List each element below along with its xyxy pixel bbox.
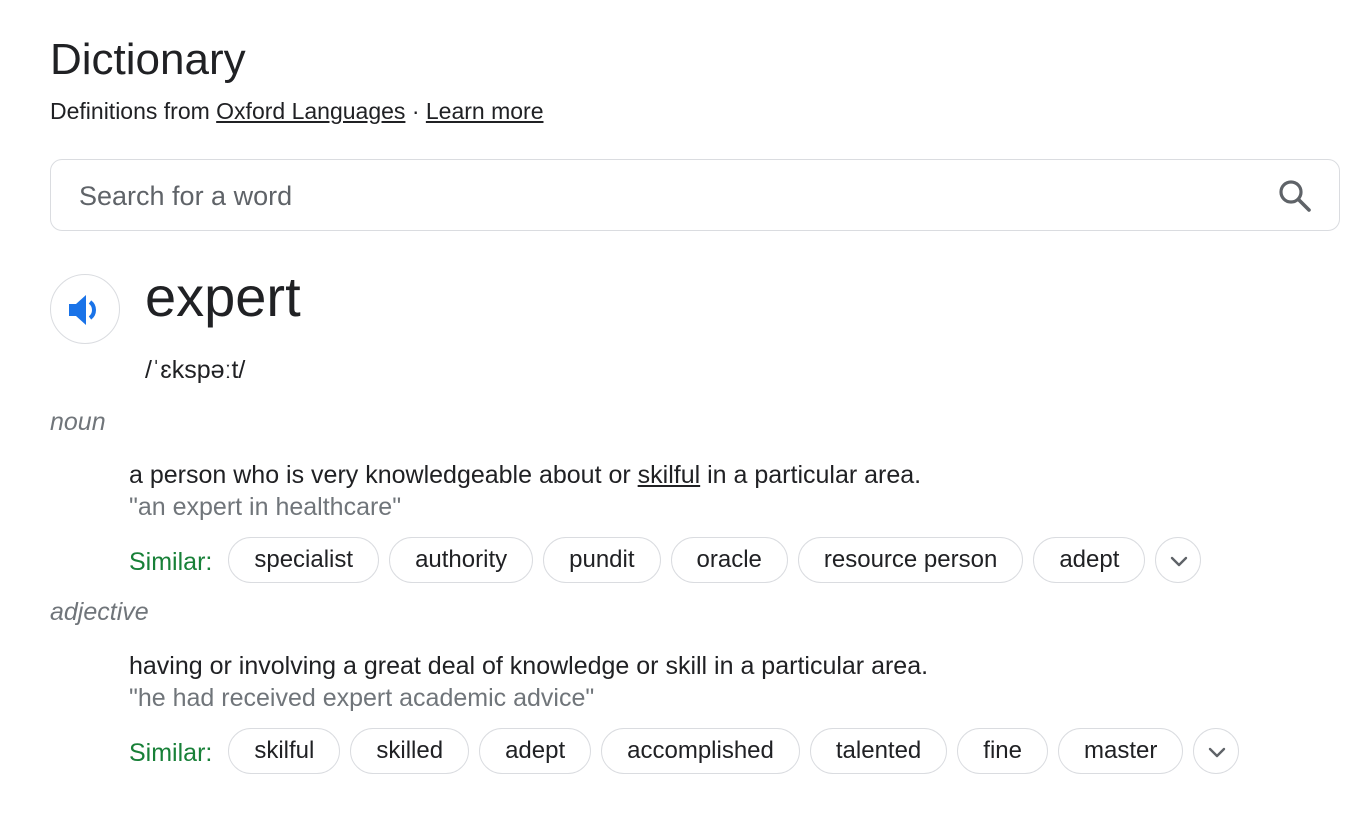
similar-row-adjective: Similar: skilful skilled adept accomplis… <box>129 727 1240 775</box>
source-prefix: Definitions from <box>50 98 210 124</box>
synonym-chip[interactable]: specialist <box>228 537 380 583</box>
part-of-speech-adjective: adjective <box>50 598 149 626</box>
pronunciation-audio-button[interactable] <box>50 274 120 344</box>
oxford-languages-link[interactable]: Oxford Languages <box>216 98 405 124</box>
separator-dot: · <box>411 98 420 124</box>
speaker-icon <box>69 295 96 325</box>
phonetic-transcription: /ˈɛkspəːt/ <box>145 356 246 384</box>
synonym-chip[interactable]: accomplished <box>601 728 800 774</box>
synonym-chip[interactable]: skilled <box>350 728 470 774</box>
learn-more-link[interactable]: Learn more <box>426 98 544 124</box>
page-title: Dictionary <box>50 35 246 84</box>
definition-adjective: having or involving a great deal of know… <box>129 652 929 680</box>
synonym-chip[interactable]: oracle <box>670 537 788 583</box>
skilful-link[interactable]: skilful <box>638 461 701 489</box>
synonym-chip[interactable]: pundit <box>543 537 661 583</box>
example-noun: "an expert in healthcare" <box>129 493 402 521</box>
synonym-chip[interactable]: fine <box>957 728 1048 774</box>
synonym-chip[interactable]: talented <box>809 728 948 774</box>
synonym-chip[interactable]: authority <box>389 537 534 583</box>
synonym-chip[interactable]: adept <box>1033 537 1146 583</box>
chevron-down-icon <box>1209 747 1226 758</box>
search-box[interactable] <box>50 159 1340 231</box>
expand-synonyms-button[interactable] <box>1193 728 1240 774</box>
example-adjective: "he had received expert academic advice" <box>129 684 595 712</box>
search-icon[interactable] <box>1277 178 1313 214</box>
similar-label: Similar: <box>129 739 213 767</box>
definition-noun: a person who is very knowledgeable about… <box>129 459 921 491</box>
headword: expert <box>145 265 301 328</box>
synonym-chip[interactable]: adept <box>479 728 592 774</box>
similar-row-noun: Similar: specialist authority pundit ora… <box>129 536 1202 584</box>
synonym-chip[interactable]: skilful <box>228 728 341 774</box>
synonym-chip[interactable]: master <box>1057 728 1184 774</box>
expand-synonyms-button[interactable] <box>1155 537 1202 583</box>
source-line: Definitions from Oxford Languages · Lear… <box>50 96 544 126</box>
definition-text: in a particular area. <box>700 461 922 489</box>
definition-text: a person who is very knowledgeable about… <box>129 461 638 489</box>
chevron-down-icon <box>1171 556 1188 567</box>
similar-label: Similar: <box>129 548 213 576</box>
part-of-speech-noun: noun <box>50 408 106 436</box>
search-input[interactable] <box>79 174 1259 218</box>
synonym-chip[interactable]: resource person <box>797 537 1024 583</box>
